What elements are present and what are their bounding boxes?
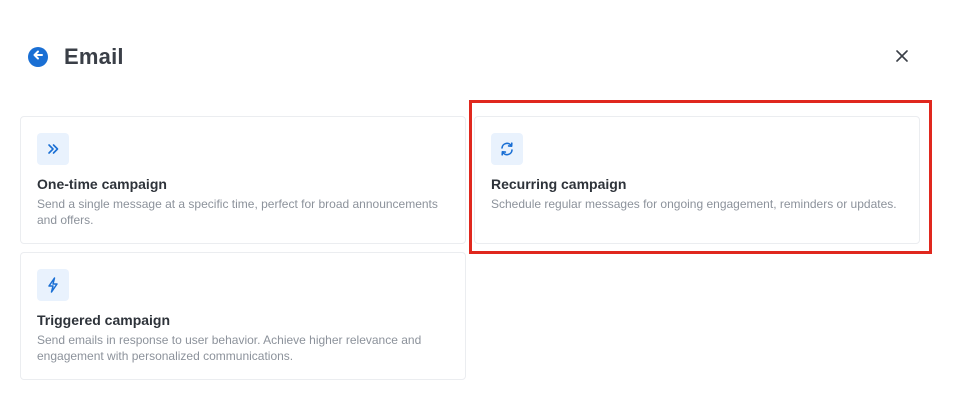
card-description: Send a single message at a specific time… (37, 197, 438, 227)
one-time-campaign-card[interactable]: One-time campaign Send a single message … (20, 116, 466, 244)
page-title: Email (64, 44, 124, 69)
card-title: Triggered campaign (37, 312, 171, 328)
card-title: Recurring campaign (491, 176, 627, 192)
triggered-campaign-card[interactable]: Triggered campaign Send emails in respon… (20, 252, 466, 380)
card-description: Schedule regular messages for ongoing en… (491, 197, 897, 211)
lightning-bolt-icon (37, 269, 69, 301)
refresh-icon (491, 133, 523, 165)
double-chevron-right-icon (37, 133, 69, 165)
close-icon (896, 49, 908, 67)
arrow-left-circle-icon (32, 48, 44, 66)
recurring-campaign-card[interactable]: Recurring campaign Schedule regular mess… (474, 116, 920, 244)
modal-header: Email (28, 44, 124, 70)
close-button[interactable] (892, 48, 912, 68)
card-title: One-time campaign (37, 176, 167, 192)
back-button[interactable] (28, 47, 48, 67)
card-description: Send emails in response to user behavior… (37, 333, 422, 363)
